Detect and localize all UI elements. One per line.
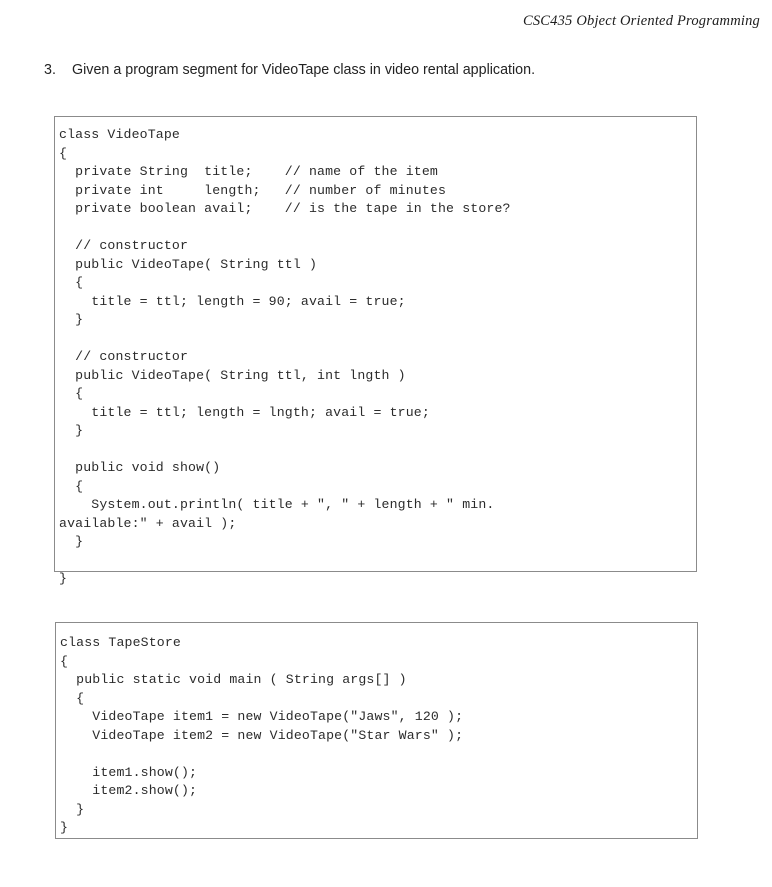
code-block-videotape-class: class VideoTape { private String title; … [54, 116, 697, 586]
question-text: Given a program segment for VideoTape cl… [72, 62, 536, 78]
code-text-tapestore-class: class TapeStore { public static void mai… [60, 635, 464, 835]
question-row: 3. Given a program segment for VideoTape… [44, 62, 535, 78]
question-number: 3. [44, 62, 56, 78]
code-block-tapestore-class: class TapeStore { public static void mai… [55, 622, 698, 839]
course-header: CSC435 Object Oriented Programming [522, 13, 760, 29]
code-text-videotape-class: class VideoTape { private String title; … [59, 127, 511, 586]
